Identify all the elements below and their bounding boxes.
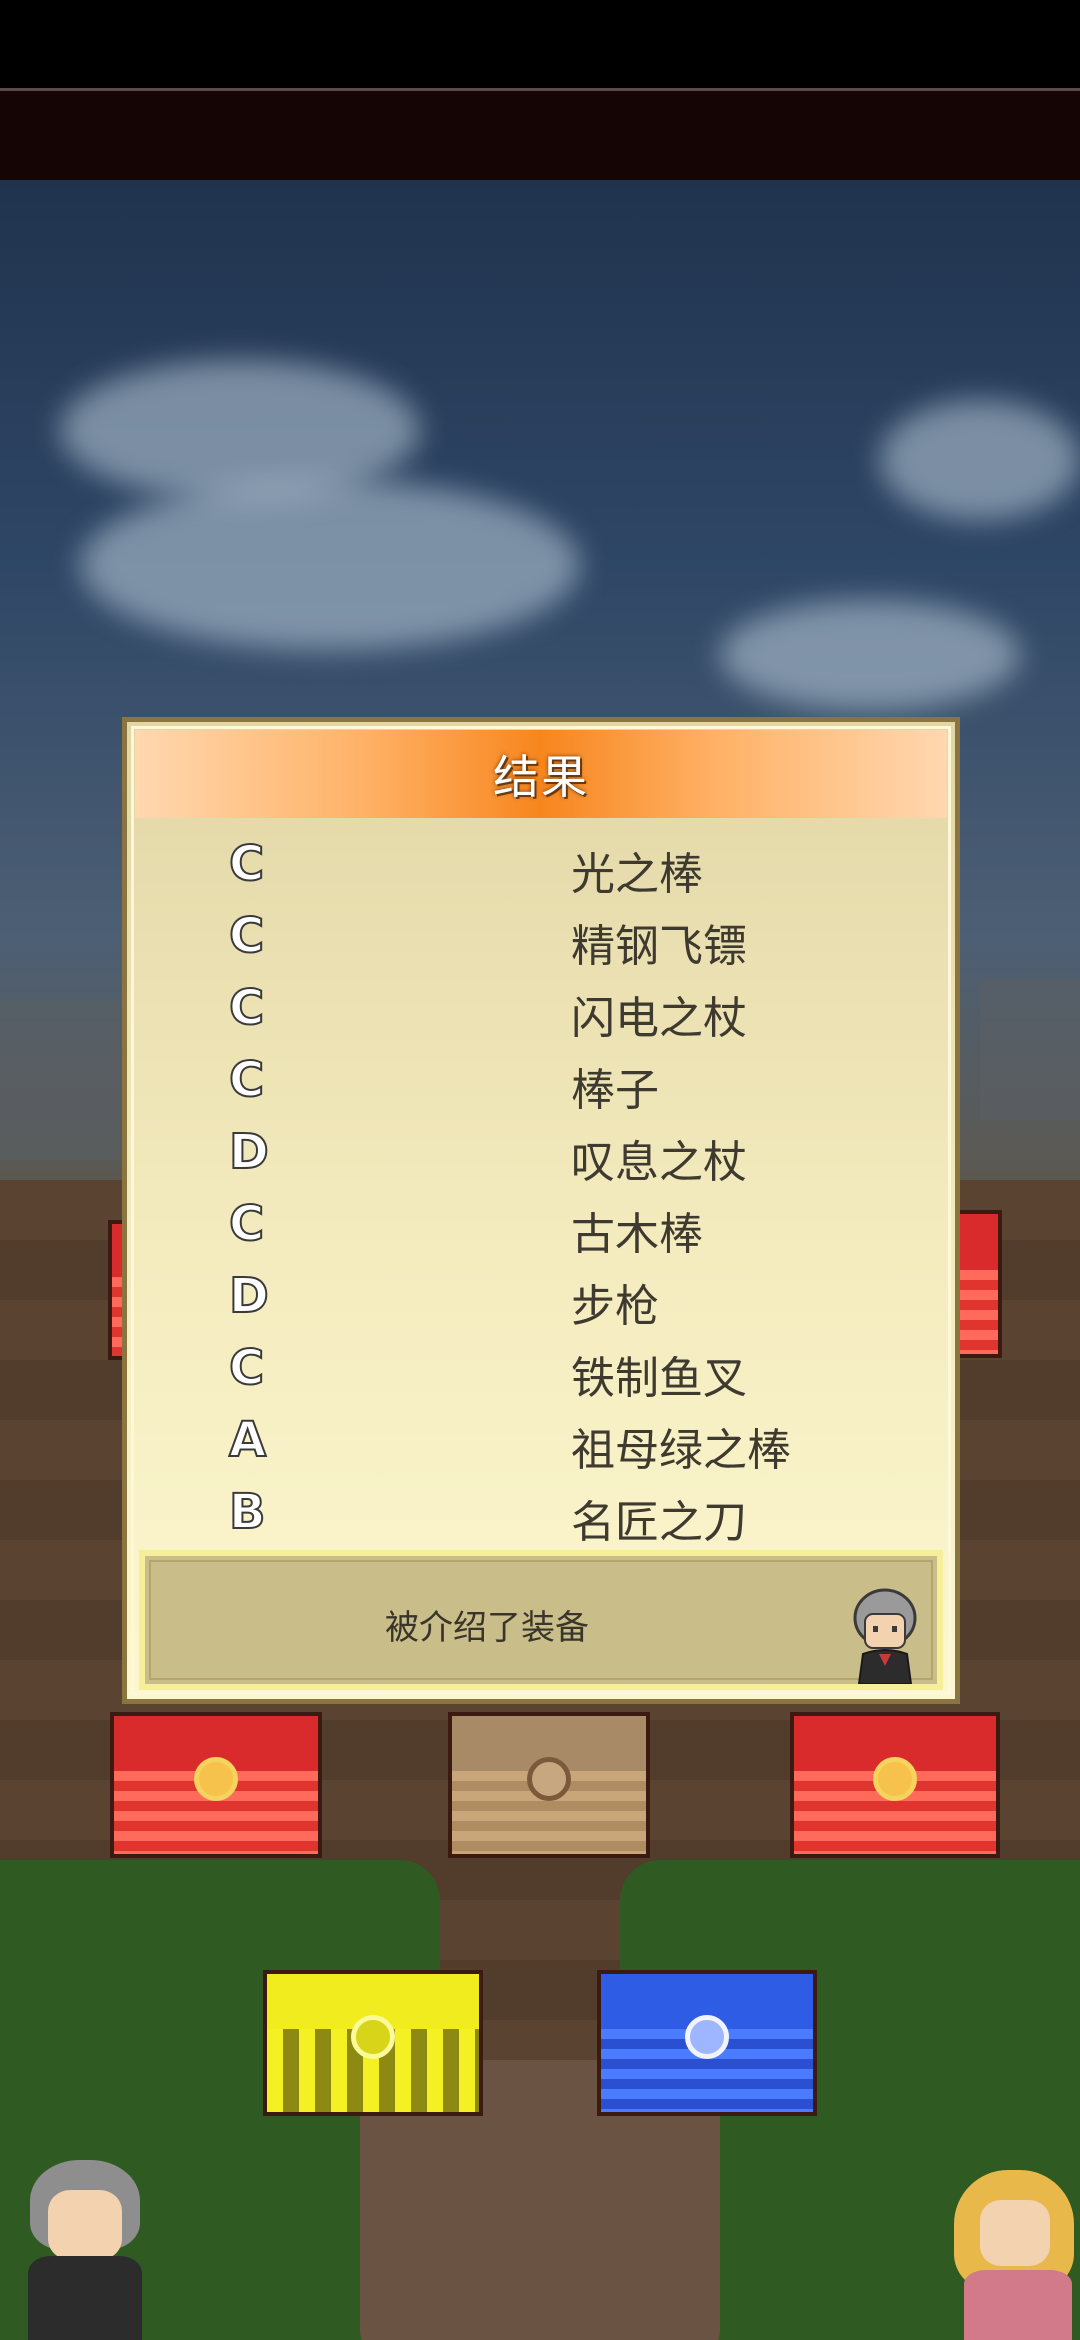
result-list: C 光之棒 C 精钢飞镖 C 闪电之杖 C 棒子 D 叹息之杖 C 古木棒 D …	[127, 830, 955, 1550]
result-row: B 名匠之刀	[127, 1478, 955, 1550]
result-row: D 叹息之杖	[127, 1118, 955, 1190]
item-name: 铁制鱼叉	[571, 1353, 747, 1404]
dialog-title: 结果	[493, 750, 589, 804]
cloud	[720, 600, 1020, 710]
grade-label: C	[228, 979, 265, 1037]
gray-haired-man-character[interactable]	[20, 2160, 150, 2340]
cloud	[60, 360, 420, 500]
result-row: C 古木棒	[127, 1190, 955, 1262]
item-name: 祖母绿之棒	[571, 1425, 791, 1476]
result-row: D 步枪	[127, 1262, 955, 1334]
grade-label: C	[228, 835, 265, 893]
item-name: 棒子	[571, 1065, 659, 1116]
gold-chest-icon[interactable]	[263, 1970, 483, 2116]
grade-label: C	[228, 907, 265, 965]
message-box[interactable]: 被介绍了装备	[139, 1550, 943, 1690]
blonde-girl-character[interactable]	[950, 2170, 1080, 2340]
result-row: A 祖母绿之棒	[127, 1406, 955, 1478]
grade-label: C	[228, 1195, 265, 1253]
results-dialog: 结果 C 光之棒 C 精钢飞镖 C 闪电之杖 C 棒子 D 叹息之杖 C 古木棒…	[122, 717, 960, 1704]
result-row: C 光之棒	[127, 830, 955, 902]
cloud	[880, 400, 1080, 520]
red-chest-icon[interactable]	[110, 1712, 322, 1858]
grade-label: D	[228, 1123, 270, 1181]
result-row: C 棒子	[127, 1046, 955, 1118]
grade-label: A	[228, 1411, 267, 1469]
grade-label: B	[228, 1483, 267, 1541]
item-name: 名匠之刀	[571, 1497, 747, 1548]
blue-chest-icon[interactable]	[597, 1970, 817, 2116]
top-band	[0, 88, 1080, 180]
grade-label: C	[228, 1339, 265, 1397]
status-bar	[0, 0, 1080, 88]
item-name: 古木棒	[571, 1209, 703, 1260]
item-name: 叹息之杖	[571, 1137, 747, 1188]
ruins	[980, 980, 1080, 1120]
item-name: 光之棒	[571, 849, 703, 900]
result-row: C 闪电之杖	[127, 974, 955, 1046]
ruins	[0, 1000, 120, 1160]
grade-label: D	[228, 1267, 270, 1325]
result-row: C 铁制鱼叉	[127, 1334, 955, 1406]
item-name: 步枪	[571, 1281, 659, 1332]
red-chest-icon[interactable]	[790, 1712, 1000, 1858]
result-row: C 精钢飞镖	[127, 902, 955, 974]
dialog-header: 结果	[135, 730, 947, 818]
item-name: 闪电之杖	[571, 993, 747, 1044]
cloud	[80, 480, 580, 650]
npc-portrait-icon	[849, 1588, 921, 1685]
grade-label: C	[228, 1051, 265, 1109]
wooden-chest-icon[interactable]	[448, 1712, 650, 1858]
item-name: 精钢飞镖	[571, 921, 747, 972]
message-text: 被介绍了装备	[385, 1608, 589, 1648]
